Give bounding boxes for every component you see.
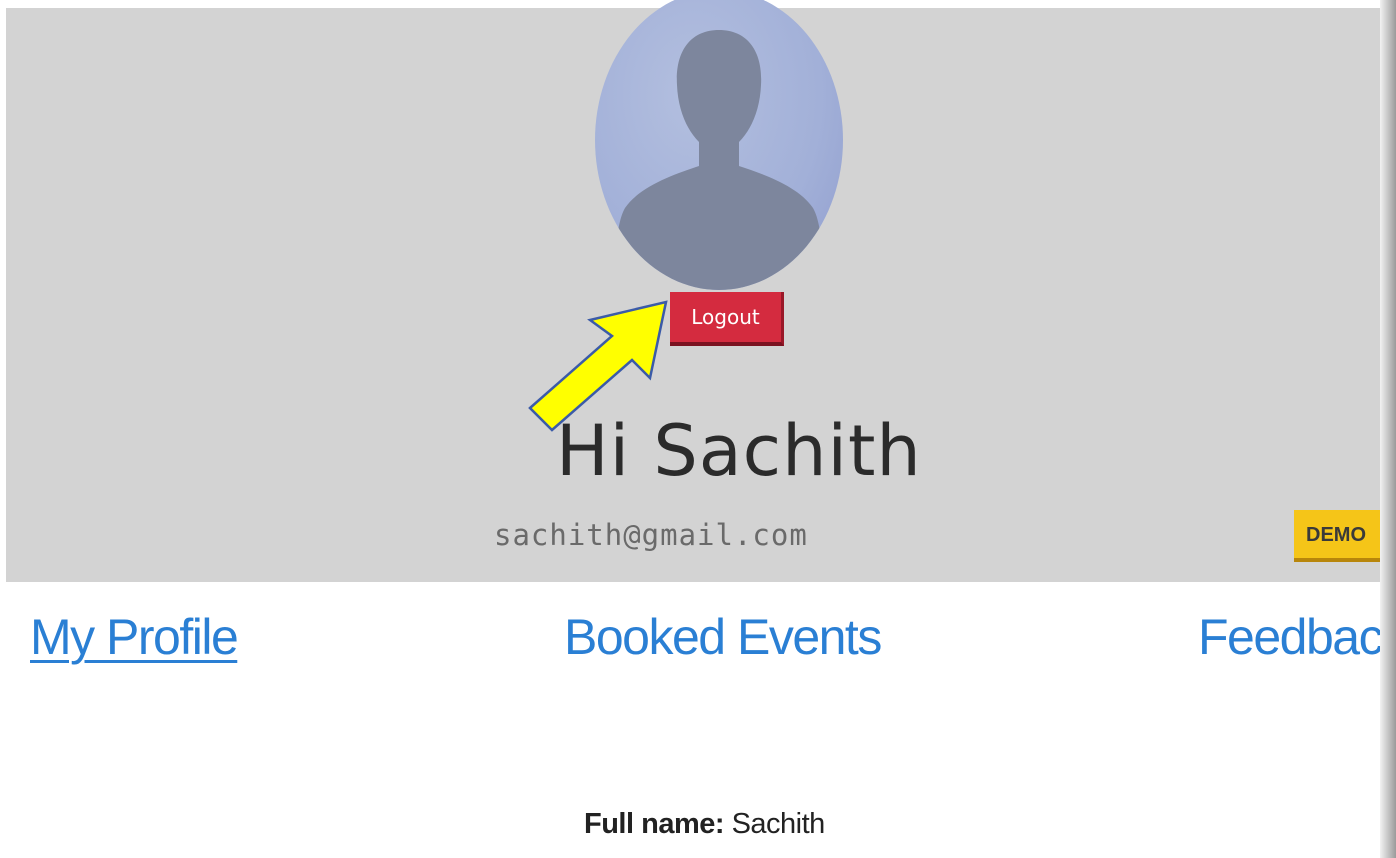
nav-my-profile[interactable]: My Profile <box>30 608 239 666</box>
nav-feedback[interactable]: Feedback <box>1198 608 1396 666</box>
user-email: sachith@gmail.com <box>494 518 808 552</box>
user-silhouette-icon <box>615 30 823 290</box>
logout-button[interactable]: Logout <box>670 292 784 346</box>
demo-badge[interactable]: DEMO <box>1294 510 1384 562</box>
page: Logout Hi Sachith sachith@gmail.com DEMO… <box>0 0 1396 858</box>
full-name-label: Full name: <box>584 808 725 840</box>
right-edge-shadow <box>1380 0 1396 858</box>
greeting-heading: Hi Sachith <box>556 410 922 492</box>
full-name-value: Sachith <box>731 808 826 840</box>
avatar <box>595 0 843 290</box>
profile-full-name: Full name: Sachith <box>584 808 825 841</box>
nav-booked-events[interactable]: Booked Events <box>564 608 882 666</box>
